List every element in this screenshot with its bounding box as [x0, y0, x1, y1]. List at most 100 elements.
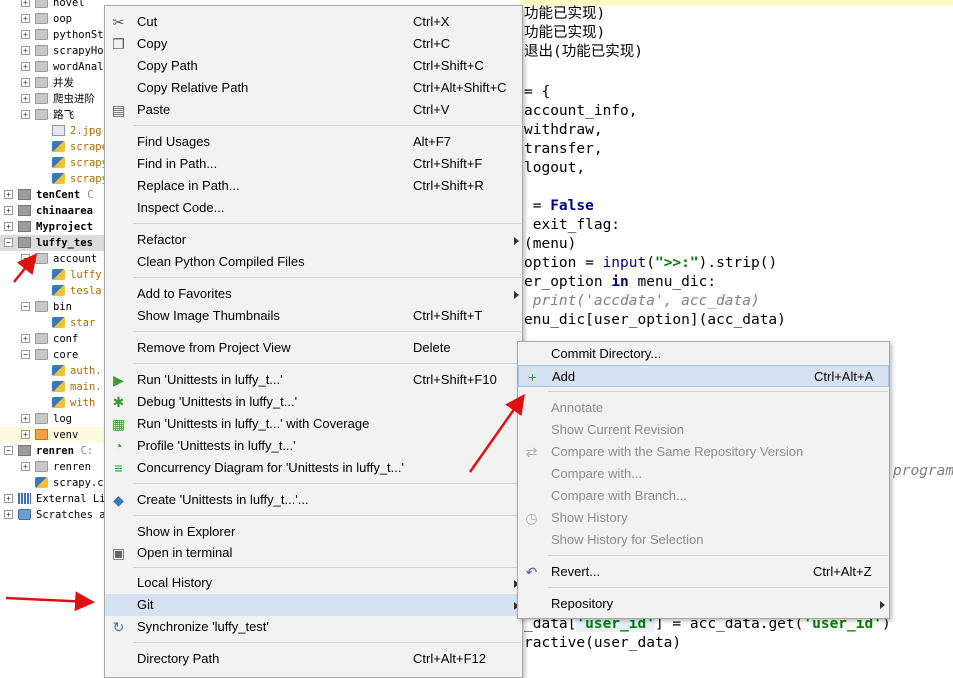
menu-item-find-in-path[interactable]: Find in Path... Ctrl+Shift+F — [105, 153, 522, 175]
menu-item-label: Profile 'Unittests in luffy_t...' — [137, 438, 296, 453]
menu-item-copy[interactable]: ❐ Copy Ctrl+C — [105, 33, 522, 55]
tree-item[interactable]: − luffy_tes — [0, 235, 106, 251]
tree-item[interactable]: + chinaarea — [0, 203, 106, 219]
menu-item-synchronize-luffy-test[interactable]: ↻ Synchronize 'luffy_test' — [105, 616, 522, 638]
tree-item[interactable]: + scrapyHo — [0, 43, 106, 59]
menu-item-show-in-explorer[interactable]: Show in Explorer — [105, 521, 522, 543]
menu-separator — [133, 223, 521, 224]
expand-toggle-icon[interactable]: + — [21, 110, 30, 119]
expand-toggle-icon[interactable]: − — [4, 446, 13, 455]
code-line: (menu) — [524, 235, 576, 254]
expand-toggle-icon[interactable]: + — [4, 190, 13, 199]
expand-toggle-icon[interactable]: + — [21, 62, 30, 71]
tree-item[interactable]: 2.jpg — [0, 123, 106, 139]
tree-item[interactable]: scrapy.c — [0, 475, 106, 491]
tree-item[interactable]: scrapyTe — [0, 171, 106, 187]
tree-item[interactable]: + External Li — [0, 491, 106, 507]
menu-item-replace-in-path[interactable]: Replace in Path... Ctrl+Shift+R — [105, 175, 522, 197]
menu-item-remove-from-project-view[interactable]: Remove from Project View Delete — [105, 337, 522, 359]
tree-item[interactable]: scrapete — [0, 139, 106, 155]
menu-item-repository[interactable]: Repository — [518, 593, 889, 615]
expand-toggle-icon[interactable]: + — [21, 14, 30, 23]
expand-toggle-icon[interactable]: − — [21, 254, 30, 263]
tree-item[interactable]: + 爬虫进阶 — [0, 91, 106, 107]
menu-item-create-unittests-in-luffy-t[interactable]: ◆ Create 'Unittests in luffy_t...'... — [105, 489, 522, 511]
menu-item-add[interactable]: + Add Ctrl+Alt+A — [518, 365, 889, 387]
expand-toggle-icon[interactable]: + — [21, 78, 30, 87]
expand-toggle-icon[interactable]: + — [21, 0, 30, 7]
tree-item[interactable]: − core — [0, 347, 106, 363]
expand-toggle-icon[interactable]: + — [4, 494, 13, 503]
expand-toggle-icon[interactable]: + — [21, 30, 30, 39]
expand-toggle-icon[interactable]: + — [21, 414, 30, 423]
menu-item-inspect-code[interactable]: Inspect Code... — [105, 197, 522, 219]
tree-item[interactable]: + venv — [0, 427, 106, 443]
menu-item-debug-unittests-in-luffy-t[interactable]: ✱ Debug 'Unittests in luffy_t...' — [105, 391, 522, 413]
menu-item-copy-relative-path[interactable]: Copy Relative Path Ctrl+Alt+Shift+C — [105, 77, 522, 99]
tree-item[interactable]: + 并发 — [0, 75, 106, 91]
menu-item-cut[interactable]: ✂ Cut Ctrl+X — [105, 11, 522, 33]
tree-item[interactable]: + novel — [0, 0, 106, 11]
tree-item[interactable]: auth. — [0, 363, 106, 379]
code-token: = { — [524, 84, 551, 100]
tree-item[interactable]: + renren — [0, 459, 106, 475]
tree-item[interactable]: + pythonSt — [0, 27, 106, 43]
code-token: False — [550, 198, 594, 214]
tree-item[interactable]: + 路飞 — [0, 107, 106, 123]
menu-item-concurrency-diagram-for-unittests-in-luffy-t[interactable]: ≡ Concurrency Diagram for 'Unittests in l… — [105, 457, 522, 479]
tree-item[interactable]: + Myproject — [0, 219, 106, 235]
menu-item-revert[interactable]: ↶ Revert... Ctrl+Alt+Z — [518, 561, 889, 583]
menu-item-refactor[interactable]: Refactor — [105, 229, 522, 251]
tree-item[interactable]: + conf — [0, 331, 106, 347]
tree-item[interactable]: − renren C: — [0, 443, 106, 459]
tree-item[interactable]: main. — [0, 379, 106, 395]
menu-item-paste[interactable]: ▤ Paste Ctrl+V — [105, 99, 522, 121]
menu-item-profile-unittests-in-luffy-t[interactable]: ◔ Profile 'Unittests in luffy_t...' — [105, 435, 522, 457]
expand-toggle-icon[interactable]: + — [21, 94, 30, 103]
expand-toggle-icon[interactable]: − — [21, 302, 30, 311]
menu-item-shortcut: Ctrl+Shift+F — [413, 156, 483, 171]
menu-item-commit-directory[interactable]: Commit Directory... — [518, 343, 889, 365]
expand-toggle-icon[interactable]: + — [4, 222, 13, 231]
expand-toggle-icon[interactable]: + — [21, 334, 30, 343]
tree-item[interactable]: star — [0, 315, 106, 331]
menu-item-add-to-favorites[interactable]: Add to Favorites — [105, 283, 522, 305]
menu-item-copy-path[interactable]: Copy Path Ctrl+Shift+C — [105, 55, 522, 77]
tree-item[interactable]: with — [0, 395, 106, 411]
tree-item[interactable]: + log — [0, 411, 106, 427]
menu-item-git[interactable]: Git — [105, 594, 522, 616]
tree-item[interactable]: + tenCent C — [0, 187, 106, 203]
menu-item-local-history[interactable]: Local History — [105, 572, 522, 594]
expand-toggle-icon[interactable]: + — [21, 46, 30, 55]
tree-item[interactable]: + Scratches a — [0, 507, 106, 523]
menu-item-run-unittests-in-luffy-t[interactable]: ▶ Run 'Unittests in luffy_t...' Ctrl+Shift… — [105, 369, 522, 391]
tree-item[interactable]: + oop — [0, 11, 106, 27]
code-token: 功能已实现) — [524, 6, 606, 22]
tree-item-label: wordAnal — [53, 61, 104, 73]
code-line: 功能已实现) — [524, 24, 605, 43]
tree-item-label: renren — [53, 461, 91, 473]
menu-item-show-image-thumbnails[interactable]: Show Image Thumbnails Ctrl+Shift+T — [105, 305, 522, 327]
expand-toggle-icon[interactable]: + — [21, 462, 30, 471]
expand-toggle-icon[interactable]: + — [21, 430, 30, 439]
expand-toggle-icon[interactable]: + — [4, 510, 13, 519]
menu-item-shortcut: Ctrl+X — [413, 14, 450, 29]
menu-item-directory-path[interactable]: Directory Path Ctrl+Alt+F12 — [105, 648, 522, 670]
tree-item-label: conf — [53, 333, 79, 345]
menu-item-run-unittests-in-luffy-t-with-coverage[interactable]: ▦ Run 'Unittests in luffy_t...' with Cove… — [105, 413, 522, 435]
expand-toggle-icon[interactable]: + — [4, 206, 13, 215]
folder-icon — [18, 205, 31, 216]
expand-toggle-icon[interactable]: − — [4, 238, 13, 247]
tree-item[interactable]: − account — [0, 251, 106, 267]
menu-item-label: Compare with Branch... — [551, 488, 687, 503]
tree-item[interactable]: luffy — [0, 267, 106, 283]
tree-item[interactable]: + wordAnal — [0, 59, 106, 75]
menu-item-open-in-terminal[interactable]: ▣ Open in terminal — [105, 542, 522, 564]
code-line: = { — [524, 83, 550, 102]
menu-item-find-usages[interactable]: Find Usages Alt+F7 — [105, 131, 522, 153]
tree-item[interactable]: tesla — [0, 283, 106, 299]
tree-item[interactable]: − bin — [0, 299, 106, 315]
expand-toggle-icon[interactable]: − — [21, 350, 30, 359]
menu-item-clean-python-compiled-files[interactable]: Clean Python Compiled Files — [105, 251, 522, 273]
tree-item[interactable]: scrapybo — [0, 155, 106, 171]
